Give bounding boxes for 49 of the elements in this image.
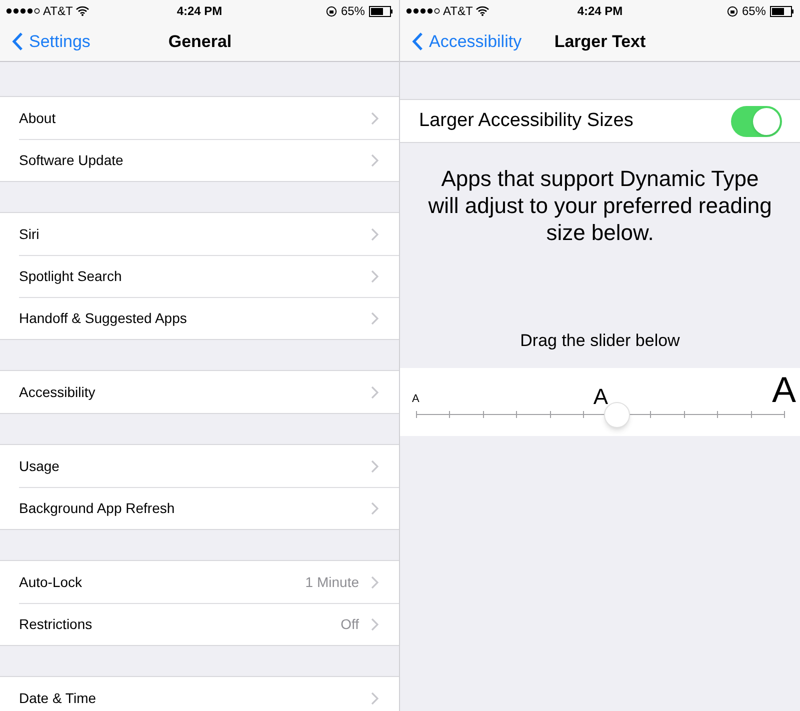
battery-icon	[368, 6, 393, 16]
rotation-lock-icon	[326, 6, 337, 16]
battery-icon	[770, 6, 794, 16]
battery-percentage: 65%	[340, 3, 365, 20]
description-text: Apps that support Dynamic Type will adjust to your preferred reading size below.	[427, 165, 773, 246]
chevron-icon	[371, 270, 379, 283]
slider-hint: Drag the slider below	[519, 330, 681, 352]
chevron-icon	[371, 312, 379, 325]
back-button[interactable]: Settings	[0, 28, 90, 54]
chevron-icon	[371, 618, 379, 631]
medium-size-label: A	[593, 386, 608, 408]
battery-percentage: 65%	[742, 3, 766, 20]
back-button[interactable]: Accessibility	[400, 28, 522, 54]
signal-icon	[406, 8, 440, 14]
settings-row[interactable]: Auto-Lock 1 Minute	[0, 561, 399, 603]
carrier-name: AT&T	[43, 3, 73, 20]
settings-row[interactable]: Restrictions Off	[19, 603, 399, 645]
toggle-label: Larger Accessibility Sizes	[419, 108, 634, 133]
settings-row[interactable]: Date & Time	[0, 677, 399, 711]
carrier-name: AT&T	[443, 3, 473, 20]
settings-row[interactable]: Usage	[0, 445, 399, 487]
chevron-icon	[371, 502, 379, 515]
chevron-icon	[371, 576, 379, 588]
chevron-icon	[371, 112, 379, 124]
settings-row[interactable]: About	[0, 97, 399, 139]
status-time: 4:24 PM	[577, 3, 623, 20]
wifi-icon	[476, 6, 489, 16]
nav-title: Larger Text	[554, 30, 646, 53]
back-chevron-icon	[12, 32, 23, 51]
toggle-switch[interactable]	[731, 106, 782, 136]
chevron-icon	[371, 692, 379, 704]
large-size-label: A	[772, 372, 796, 408]
chevron-icon	[371, 228, 379, 240]
status-time: 4:24 PM	[176, 3, 222, 20]
settings-row[interactable]: Software Update	[19, 139, 399, 181]
signal-icon	[6, 8, 40, 14]
rotation-lock-icon	[726, 6, 738, 16]
nav-title: General	[168, 30, 232, 53]
chevron-icon	[371, 460, 379, 472]
settings-row[interactable]: Spotlight Search	[19, 255, 399, 297]
chevron-icon	[371, 154, 379, 167]
small-size-label: A	[412, 392, 420, 404]
settings-row[interactable]: Handoff & Suggested Apps	[19, 297, 399, 339]
settings-row[interactable]: Background App Refresh	[19, 487, 399, 529]
back-chevron-icon	[412, 32, 423, 51]
settings-row[interactable]: Accessibility	[0, 371, 399, 413]
settings-row[interactable]: Siri	[0, 213, 399, 255]
chevron-icon	[371, 386, 379, 398]
wifi-icon	[76, 6, 89, 16]
